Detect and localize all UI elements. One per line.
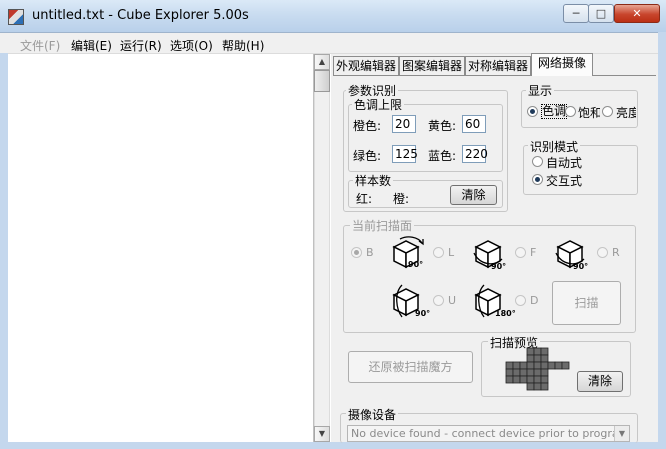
tab-pattern-editor[interactable]: 图案编辑器 [399,56,465,75]
green-label: 绿色: [353,149,382,163]
window-frame-right [658,32,666,449]
face-f-letter: F [530,246,537,259]
menu-options[interactable]: 选项(O) [170,37,213,54]
camera-device-dropdown[interactable]: No device found - connect device prior t… [347,425,630,442]
red-sample-label: 红: [356,192,373,206]
display-saturation-label: 饱和 [578,106,600,120]
maximize-button[interactable]: □ [588,4,614,23]
display-saturation-radio[interactable] [565,106,576,117]
mode-interactive-label: 交互式 [546,174,583,188]
face-l-angle: 90° [491,262,507,271]
green-hue-input[interactable]: 125 [392,145,418,163]
cube-app-icon [8,9,24,25]
mode-interactive-radio[interactable] [532,174,543,185]
face-d-angle: 180° [495,309,516,318]
window-frame-left [0,53,8,449]
scroll-up-arrow-icon[interactable]: ▲ [314,54,330,70]
orange-label: 橙色: [353,119,382,133]
camera-device-legend: 摄像设备 [346,406,399,423]
orange-hue-input[interactable]: 20 [392,115,416,133]
mode-auto-radio[interactable] [532,156,543,167]
mode-auto-label: 自动式 [546,156,583,170]
face-u-letter: U [448,294,457,307]
face-r-radio[interactable] [597,247,608,258]
face-l-letter: L [448,246,455,259]
blue-label: 蓝色: [428,149,457,163]
face-u-radio[interactable] [433,295,444,306]
scroll-thumb[interactable] [314,70,330,92]
camera-device-dropdown-text: No device found - connect device prior t… [351,427,630,440]
orange-sample-label: 橙: [393,192,410,206]
face-b-radio[interactable] [351,247,362,258]
tab-webcam[interactable]: 网络摄像 [531,53,593,76]
display-brightness-label: 亮度 [616,106,636,120]
display-hue-label: 色调 [541,104,568,119]
hue-limit-legend: 色调上限 [352,96,405,113]
current-scan-face-legend: 当前扫描面 [350,217,415,234]
face-l-radio[interactable] [433,247,444,258]
menu-edit[interactable]: 编辑(E) [71,37,112,54]
scroll-down-arrow-icon[interactable]: ▼ [314,426,330,442]
restore-scanned-cube-button[interactable]: 还原被扫描魔方 [348,351,473,383]
menu-file[interactable]: 文件(F) [20,37,60,54]
menu-help[interactable]: 帮助(H) [222,37,264,54]
sample-count-legend: 样本数 [353,172,394,189]
display-brightness-radio[interactable] [602,106,613,117]
face-u-angle: 90° [415,309,431,318]
vertical-scrollbar[interactable] [314,54,330,442]
recognition-mode-legend: 识别模式 [528,138,581,155]
face-f-angle: 90° [573,262,589,271]
menu-run[interactable]: 运行(R) [120,37,162,54]
tab-symmetry-editor[interactable]: 对称编辑器 [465,56,531,75]
clear-preview-button[interactable]: 清除 [577,371,623,392]
blue-hue-input[interactable]: 220 [462,145,488,163]
display-legend: 显示 [526,82,555,99]
tab-appearance-editor[interactable]: 外观编辑器 [333,56,399,75]
display-hue-radio[interactable] [527,106,538,117]
dropdown-arrow-icon[interactable]: ▼ [614,426,629,441]
window-frame-bottom [0,442,666,449]
face-d-letter: D [530,294,539,307]
cube-net-preview-icon [505,347,570,391]
close-button[interactable]: ✕ [614,4,660,23]
yellow-label: 黄色: [428,119,457,133]
face-f-radio[interactable] [515,247,526,258]
text-editor[interactable] [8,54,314,442]
face-d-radio[interactable] [515,295,526,306]
face-b-letter: B [366,246,374,259]
face-b-angle: 90° [408,260,424,269]
yellow-hue-input[interactable]: 60 [462,115,486,133]
scan-button[interactable]: 扫描 [552,281,621,325]
window-title: untitled.txt - Cube Explorer 5.00s [32,8,249,23]
face-r-letter: R [612,246,620,259]
clear-samples-button[interactable]: 清除 [450,185,497,205]
minimize-button[interactable]: ─ [563,4,589,23]
